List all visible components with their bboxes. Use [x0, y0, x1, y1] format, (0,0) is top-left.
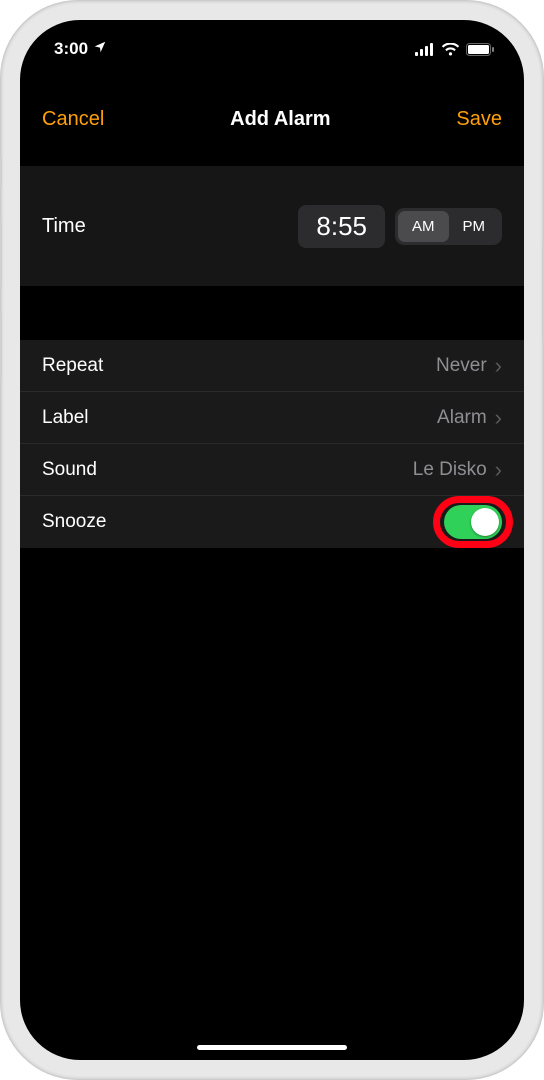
am-option[interactable]: AM	[398, 211, 449, 242]
time-label: Time	[42, 215, 86, 238]
location-icon	[93, 39, 107, 59]
label-row[interactable]: Label Alarm ›	[20, 392, 524, 444]
repeat-value: Never	[436, 355, 487, 377]
sound-label: Sound	[42, 459, 97, 481]
cancel-button[interactable]: Cancel	[42, 108, 104, 131]
volume-up-button[interactable]	[0, 220, 2, 290]
repeat-label: Repeat	[42, 355, 103, 377]
snooze-row: Snooze	[20, 496, 524, 548]
status-time: 3:00	[54, 39, 88, 59]
page-title: Add Alarm	[230, 108, 330, 131]
repeat-row[interactable]: Repeat Never ›	[20, 340, 524, 392]
screen: 3:00	[20, 20, 524, 1060]
chevron-right-icon: ›	[495, 353, 502, 379]
battery-icon	[466, 43, 494, 56]
cellular-signal-icon	[415, 43, 435, 56]
wifi-icon	[441, 43, 460, 56]
status-bar: 3:00	[20, 20, 524, 72]
nav-bar: Cancel Add Alarm Save	[20, 72, 524, 166]
label-value: Alarm	[437, 407, 487, 429]
snooze-label: Snooze	[42, 511, 106, 533]
mute-switch[interactable]	[0, 155, 2, 190]
volume-down-button[interactable]	[0, 310, 2, 380]
device-frame: 3:00	[0, 0, 544, 1080]
time-row: Time 8:55 AM PM	[20, 166, 524, 286]
sound-row[interactable]: Sound Le Disko ›	[20, 444, 524, 496]
snooze-toggle[interactable]	[444, 505, 502, 539]
home-indicator[interactable]	[197, 1045, 347, 1050]
sound-value: Le Disko	[413, 459, 487, 481]
ampm-segmented-control[interactable]: AM PM	[395, 208, 502, 245]
time-picker[interactable]: 8:55	[298, 205, 385, 248]
label-label: Label	[42, 407, 89, 429]
toggle-knob	[471, 508, 499, 536]
chevron-right-icon: ›	[495, 457, 502, 483]
save-button[interactable]: Save	[456, 108, 502, 131]
chevron-right-icon: ›	[495, 405, 502, 431]
settings-list: Repeat Never › Label Alarm › Sound Le Di…	[20, 340, 524, 548]
pm-option[interactable]: PM	[449, 211, 500, 242]
